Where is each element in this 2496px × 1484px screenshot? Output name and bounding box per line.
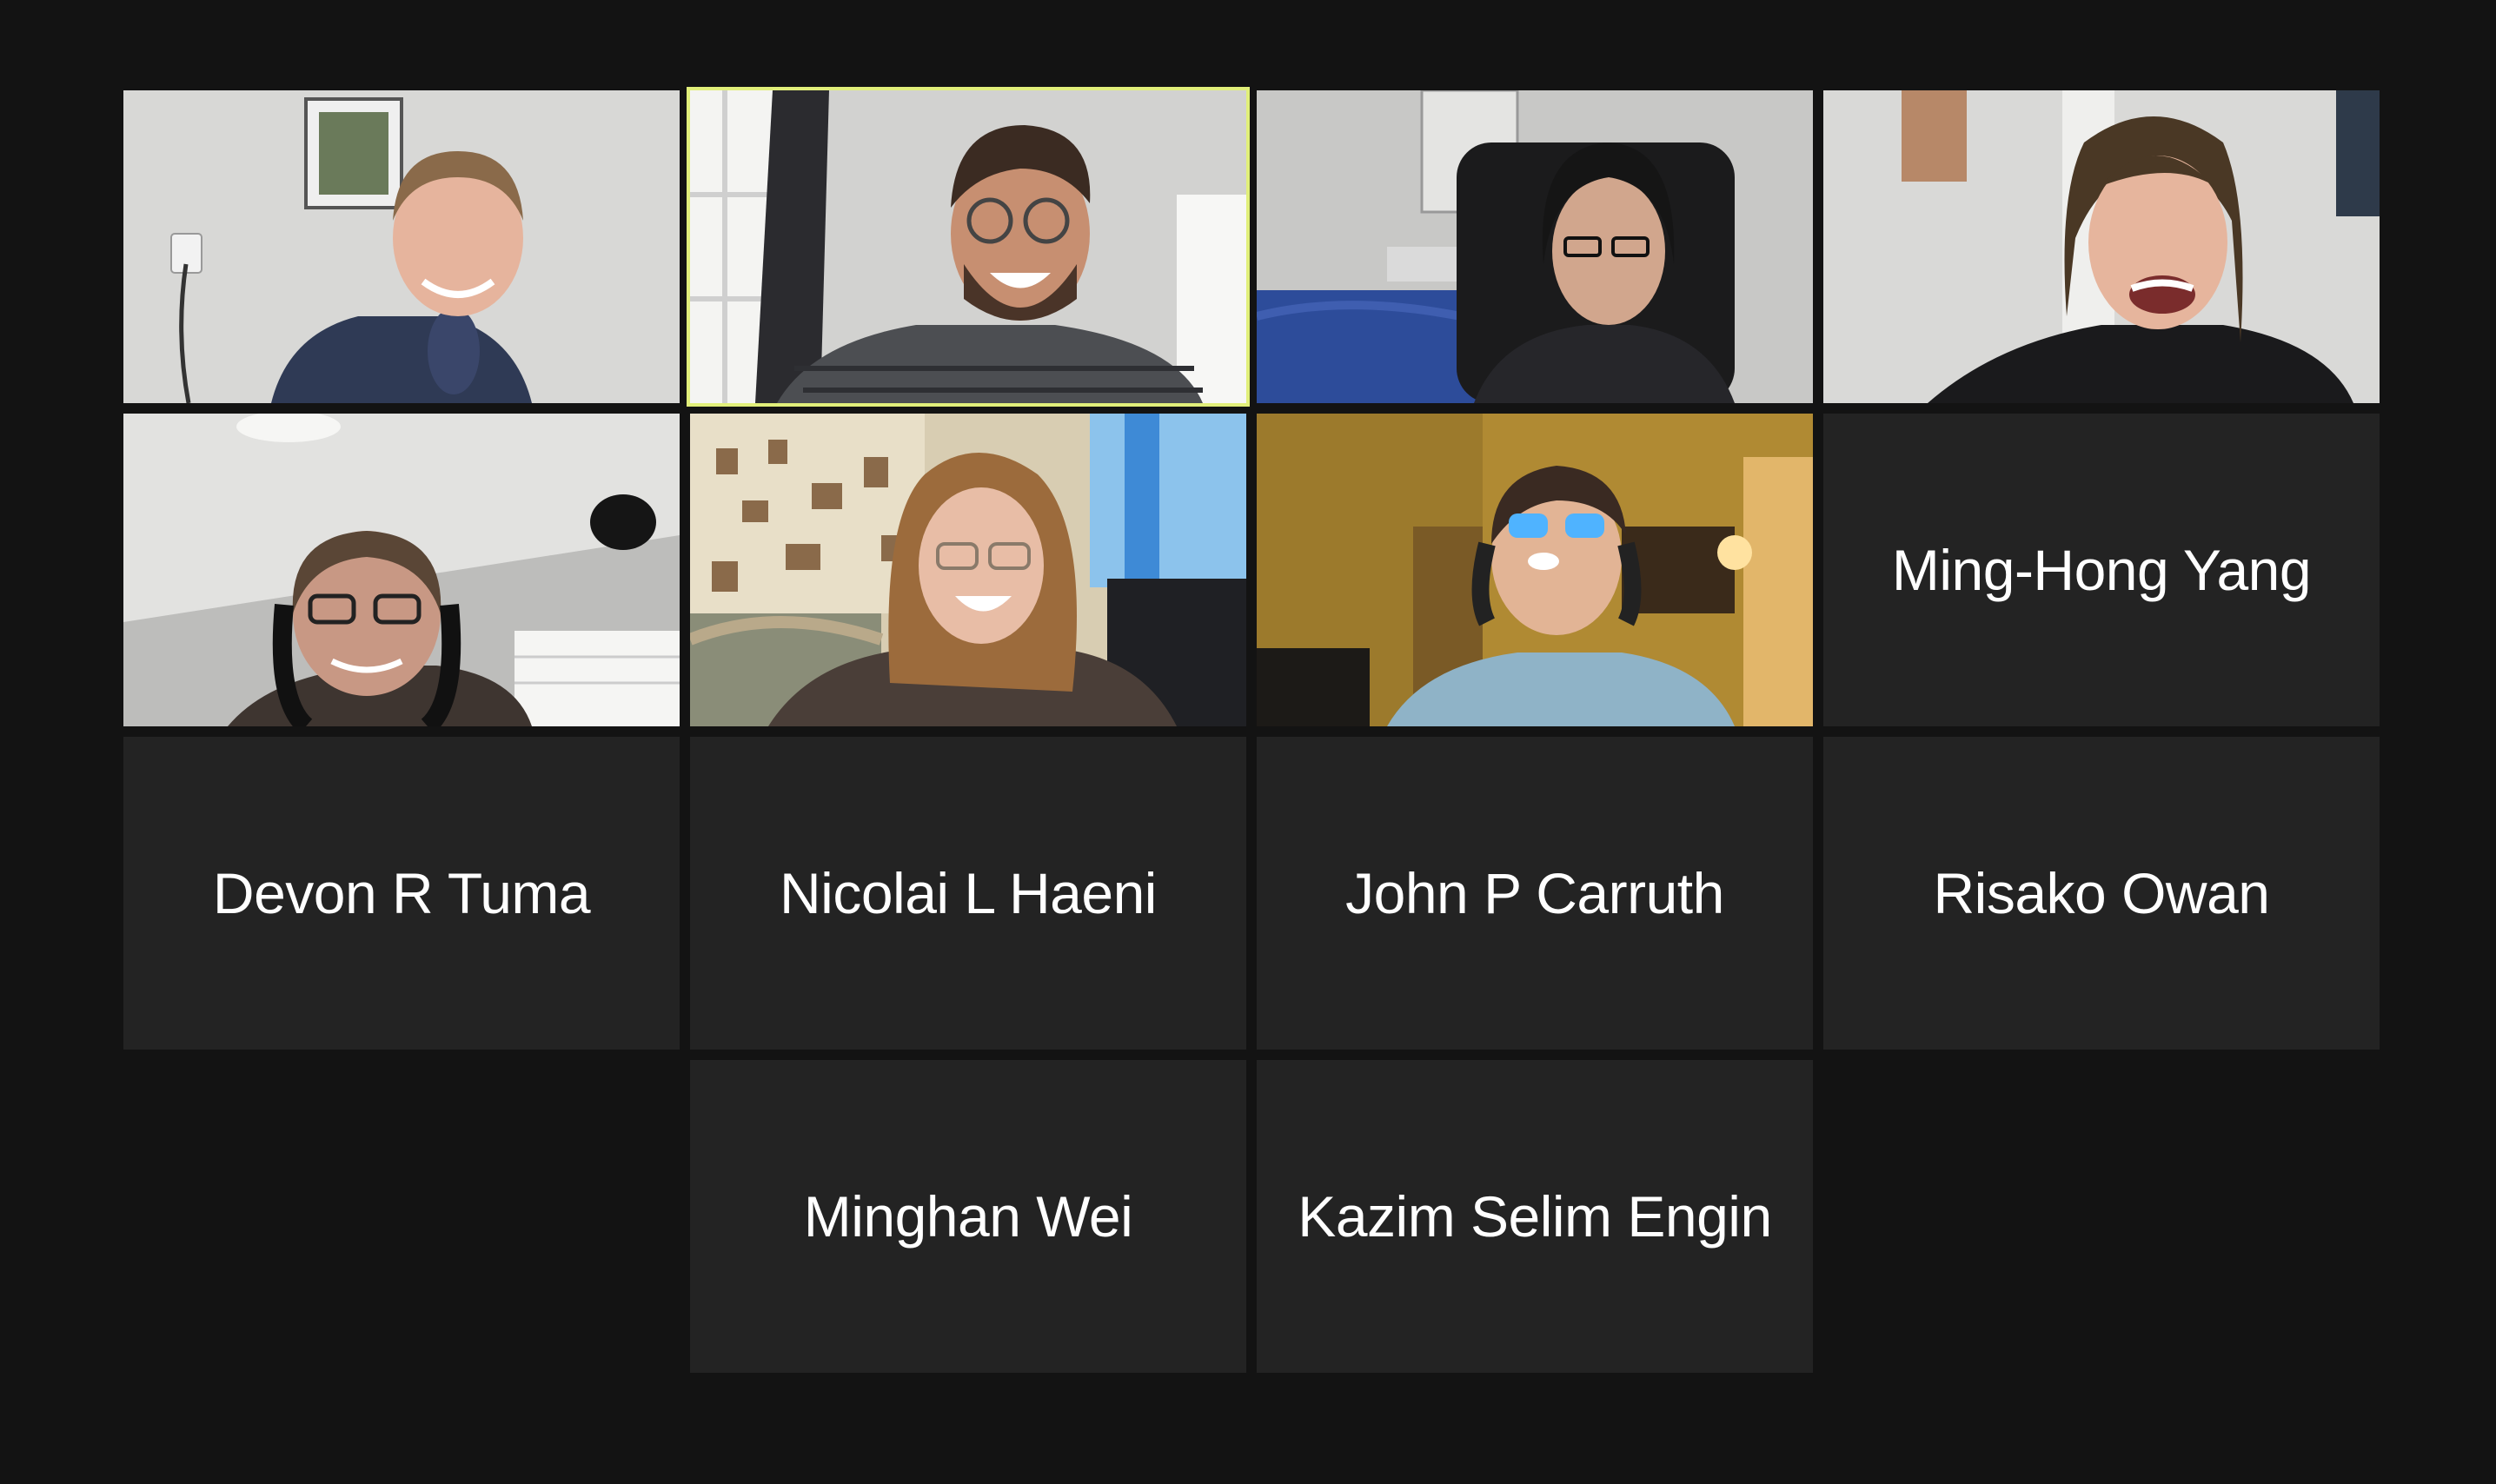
video-tile-participant-13[interactable]: Minghan Wei bbox=[690, 1060, 1246, 1373]
participant-name: Devon R Tuma bbox=[212, 861, 591, 925]
participant-name: Risako Owan bbox=[1933, 861, 2271, 925]
participant-name: John P Carruth bbox=[1345, 861, 1724, 925]
participant-video-4 bbox=[1823, 90, 2380, 403]
participant-name: Ming-Hong Yang bbox=[1891, 538, 2312, 602]
participant-name: Kazim Selim Engin bbox=[1298, 1184, 1772, 1249]
video-tile-participant-7[interactable] bbox=[1257, 414, 1813, 726]
participant-video-7 bbox=[1257, 414, 1813, 726]
video-tile-participant-5[interactable] bbox=[123, 414, 680, 726]
video-tile-participant-11[interactable]: John P Carruth bbox=[1257, 737, 1813, 1050]
gallery-view: Ming-Hong Yang Devon R Tuma Nicolai L Ha… bbox=[0, 0, 2496, 1484]
participant-name: Minghan Wei bbox=[803, 1184, 1133, 1249]
participant-video-5 bbox=[123, 414, 680, 726]
video-tile-participant-14[interactable]: Kazim Selim Engin bbox=[1257, 1060, 1813, 1373]
video-tile-participant-12[interactable]: Risako Owan bbox=[1823, 737, 2380, 1050]
video-tile-participant-8[interactable]: Ming-Hong Yang bbox=[1823, 414, 2380, 726]
video-tile-participant-10[interactable]: Nicolai L Haeni bbox=[690, 737, 1246, 1050]
participant-video-1 bbox=[123, 90, 680, 403]
video-tile-participant-3[interactable] bbox=[1257, 90, 1813, 403]
video-tile-participant-1[interactable] bbox=[123, 90, 680, 403]
participant-video-3 bbox=[1257, 90, 1813, 403]
participant-name: Nicolai L Haeni bbox=[780, 861, 1157, 925]
video-tile-participant-4[interactable] bbox=[1823, 90, 2380, 403]
video-tile-participant-2[interactable] bbox=[687, 87, 1250, 407]
video-tile-participant-9[interactable]: Devon R Tuma bbox=[123, 737, 680, 1050]
video-tile-participant-6[interactable] bbox=[690, 414, 1246, 726]
participant-video-2 bbox=[690, 90, 1246, 403]
participant-video-6 bbox=[690, 414, 1246, 726]
